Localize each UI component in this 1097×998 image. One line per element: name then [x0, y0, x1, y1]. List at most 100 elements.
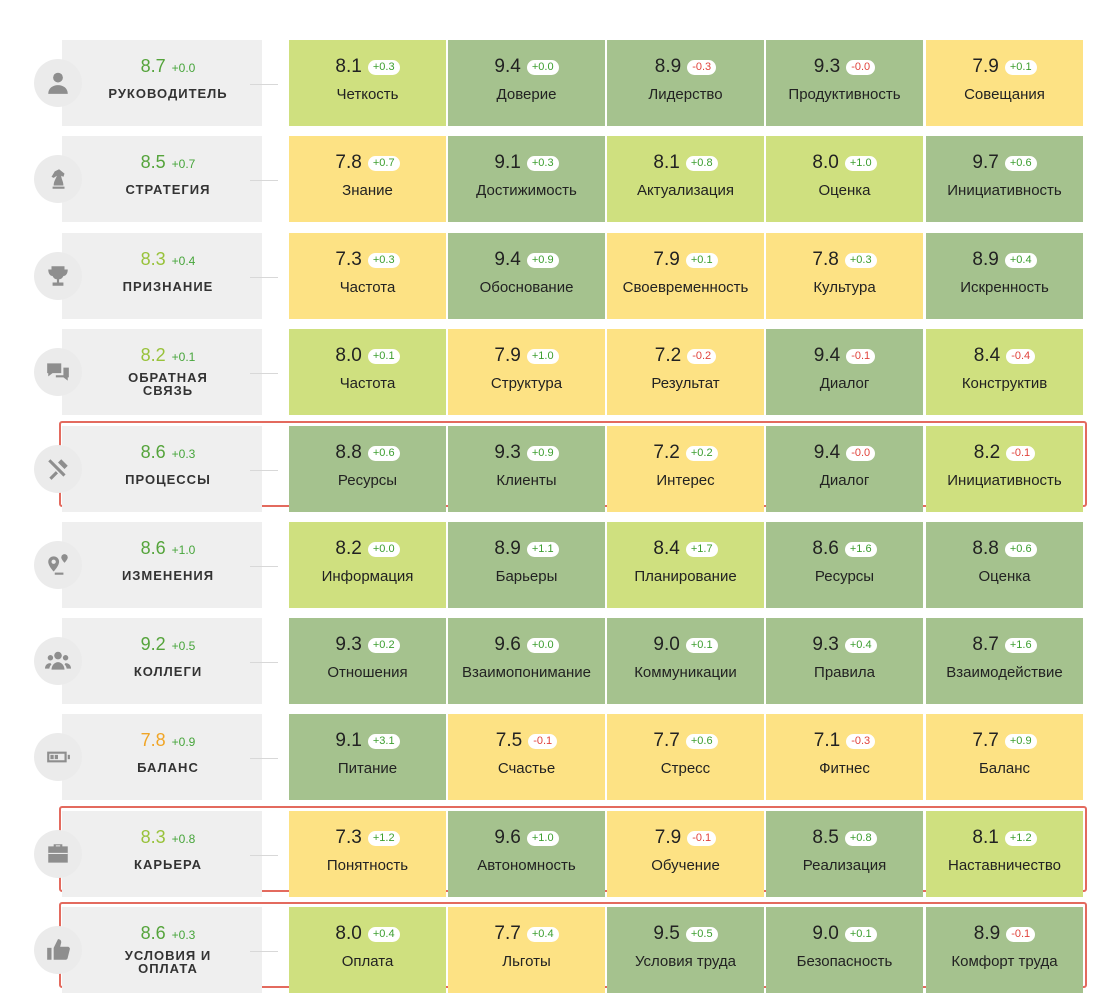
category-card[interactable]: 7.8 +0.9 БАЛАНС	[34, 714, 262, 800]
metric-label: Частота	[339, 279, 396, 296]
metric-cell[interactable]: 8.1 +1.2 Наставничество	[926, 811, 1083, 897]
metric-cell[interactable]: 9.4 +0.9 Обоснование	[448, 233, 605, 319]
category-row[interactable]: 8.3 +0.4 ПРИЗНАНИЕ 7.3 +0.3 Частота 9.4 +0.9 Обо…	[0, 233, 1097, 319]
metric-cell[interactable]: 9.3 +0.4 Правила	[766, 618, 923, 704]
metric-value: 9.1	[494, 152, 521, 173]
metric-cell[interactable]: 7.3 +1.2 Понятность	[289, 811, 446, 897]
metric-cell[interactable]: 7.8 +0.3 Культура	[766, 233, 923, 319]
category-score-delta: +0.9	[171, 735, 196, 749]
metric-label: Диалог	[819, 375, 870, 392]
metric-cell[interactable]: 7.2 +0.2 Интерес	[607, 426, 764, 512]
metric-value: 7.7	[494, 923, 521, 944]
metric-cell[interactable]: 8.0 +1.0 Оценка	[766, 136, 923, 222]
metric-label: Продуктивность	[788, 86, 901, 103]
category-card[interactable]: 8.3 +0.4 ПРИЗНАНИЕ	[34, 233, 262, 319]
metric-label: Конструктив	[961, 375, 1048, 392]
metric-value: 8.0	[335, 923, 362, 944]
category-card[interactable]: 9.2 +0.5 КОЛЛЕГИ	[34, 618, 262, 704]
category-score-delta: +0.4	[171, 254, 196, 268]
metric-cell[interactable]: 7.2 -0.2 Результат	[607, 329, 764, 415]
metric-cell[interactable]: 8.6 +1.6 Ресурсы	[766, 522, 923, 608]
metric-delta-badge: -0.2	[687, 348, 717, 364]
metric-cell[interactable]: 8.9 +0.4 Искренность	[926, 233, 1083, 319]
category-row[interactable]: 8.3 +0.8 КАРЬЕРА 7.3 +1.2 Понятность 9.6 +1.0 Ав…	[0, 806, 1097, 897]
metric-cell[interactable]: 7.9 +0.1 Своевременность	[607, 233, 764, 319]
category-card[interactable]: 8.6 +0.3 УСЛОВИЯ И ОПЛАТА	[34, 907, 262, 993]
category-score-value: 8.5	[140, 152, 166, 172]
metric-cell[interactable]: 9.7 +0.6 Инициативность	[926, 136, 1083, 222]
category-row[interactable]: 8.6 +1.0 ИЗМЕНЕНИЯ 8.2 +0.0 Информация 8.9 +1.1…	[0, 522, 1097, 608]
metric-cell[interactable]: 8.1 +0.8 Актуализация	[607, 136, 764, 222]
metric-cell[interactable]: 9.6 +0.0 Взаимопонимание	[448, 618, 605, 704]
metric-cell[interactable]: 7.1 -0.3 Фитнес	[766, 714, 923, 800]
metric-delta-badge: +0.6	[1004, 155, 1037, 171]
metric-cell[interactable]: 9.0 +0.1 Безопасность	[766, 907, 923, 993]
category-card[interactable]: 8.3 +0.8 КАРЬЕРА	[34, 811, 262, 897]
metric-cell[interactable]: 9.4 -0.1 Диалог	[766, 329, 923, 415]
metric-cell[interactable]: 8.9 -0.1 Комфорт труда	[926, 907, 1083, 993]
category-score: 8.5 +0.7	[62, 152, 274, 173]
metric-cell[interactable]: 9.5 +0.5 Условия труда	[607, 907, 764, 993]
category-card[interactable]: 8.6 +0.3 ПРОЦЕССЫ	[34, 426, 262, 512]
category-card[interactable]: 8.5 +0.7 СТРАТЕГИЯ	[34, 136, 262, 222]
metric-label: Взаимодействие	[946, 664, 1063, 681]
metric-cell[interactable]: 9.6 +1.0 Автономность	[448, 811, 605, 897]
category-row[interactable]: 8.5 +0.7 СТРАТЕГИЯ 7.8 +0.7 Знание 9.1 +0.3 Дост…	[0, 136, 1097, 222]
metric-cell[interactable]: 8.2 +0.0 Информация	[289, 522, 446, 608]
category-row[interactable]: 8.6 +0.3 ПРОЦЕССЫ 8.8 +0.6 Ресурсы 9.3 +0.9 Клие…	[0, 421, 1097, 512]
category-score-delta: +0.5	[171, 639, 196, 653]
metric-cell[interactable]: 7.7 +0.4 Льготы	[448, 907, 605, 993]
metric-delta-badge: +0.3	[367, 59, 400, 75]
metric-delta-badge: +1.0	[526, 348, 559, 364]
metric-cell[interactable]: 9.3 +0.2 Отношения	[289, 618, 446, 704]
metric-value: 9.3	[813, 56, 841, 77]
metric-cell[interactable]: 8.0 +0.4 Оплата	[289, 907, 446, 993]
metric-cell[interactable]: 8.4 +1.7 Планирование	[607, 522, 764, 608]
metric-cell[interactable]: 9.4 -0.0 Диалог	[766, 426, 923, 512]
category-score: 7.8 +0.9	[62, 730, 274, 751]
metric-delta-badge: +0.4	[526, 926, 559, 942]
category-score: 8.7 +0.0	[62, 56, 274, 77]
category-score-value: 8.6	[140, 442, 166, 462]
metric-delta-badge: +0.8	[685, 155, 718, 171]
metric-cell[interactable]: 8.1 +0.3 Четкость	[289, 40, 446, 126]
metric-cell[interactable]: 9.3 +0.9 Клиенты	[448, 426, 605, 512]
metric-cell[interactable]: 8.9 +1.1 Барьеры	[448, 522, 605, 608]
category-card[interactable]: 8.7 +0.0 РУКОВОДИТЕЛЬ	[34, 40, 262, 126]
metric-cell[interactable]: 8.8 +0.6 Оценка	[926, 522, 1083, 608]
metric-cell[interactable]: 7.7 +0.9 Баланс	[926, 714, 1083, 800]
metric-cell[interactable]: 8.9 -0.3 Лидерство	[607, 40, 764, 126]
metric-cell[interactable]: 8.4 -0.4 Конструктив	[926, 329, 1083, 415]
metric-cell[interactable]: 7.7 +0.6 Стресс	[607, 714, 764, 800]
category-card[interactable]: 8.6 +1.0 ИЗМЕНЕНИЯ	[34, 522, 262, 608]
category-row[interactable]: 8.2 +0.1 ОБРАТНАЯ СВЯЗЬ 8.0 +0.1 Частота 7.9 +1.…	[0, 329, 1097, 415]
metric-cell[interactable]: 9.1 +0.3 Достижимость	[448, 136, 605, 222]
metric-value: 9.3	[335, 634, 362, 655]
metric-cell[interactable]: 9.1 +3.1 Питание	[289, 714, 446, 800]
metric-cell[interactable]: 7.8 +0.7 Знание	[289, 136, 446, 222]
metric-cell[interactable]: 8.2 -0.1 Инициативность	[926, 426, 1083, 512]
metric-cell[interactable]: 9.4 +0.0 Доверие	[448, 40, 605, 126]
category-row[interactable]: 8.6 +0.3 УСЛОВИЯ И ОПЛАТА 8.0 +0.4 Оплата 7.7 +0…	[0, 902, 1097, 993]
metric-delta-badge: +0.9	[1004, 733, 1037, 749]
category-row[interactable]: 8.7 +0.0 РУКОВОДИТЕЛЬ 8.1 +0.3 Четкость 9.4 +0.…	[0, 40, 1097, 126]
category-card[interactable]: 8.2 +0.1 ОБРАТНАЯ СВЯЗЬ	[34, 329, 262, 415]
metric-delta-badge: +0.8	[844, 830, 877, 846]
metric-cell[interactable]: 7.3 +0.3 Частота	[289, 233, 446, 319]
category-score-value: 9.2	[140, 634, 166, 654]
metric-cell[interactable]: 8.5 +0.8 Реализация	[766, 811, 923, 897]
category-row[interactable]: 7.8 +0.9 БАЛАНС 9.1 +3.1 Питание 7.5 -0.1 Счасть…	[0, 714, 1097, 800]
metric-label: Актуализация	[637, 182, 734, 199]
metric-cell[interactable]: 9.3 -0.0 Продуктивность	[766, 40, 923, 126]
metric-cell[interactable]: 7.5 -0.1 Счастье	[448, 714, 605, 800]
metric-cell[interactable]: 8.8 +0.6 Ресурсы	[289, 426, 446, 512]
metric-cell[interactable]: 7.9 +1.0 Структура	[448, 329, 605, 415]
metric-label: Четкость	[336, 86, 399, 103]
metric-cell[interactable]: 7.9 +0.1 Совещания	[926, 40, 1083, 126]
metric-cell[interactable]: 8.7 +1.6 Взаимодействие	[926, 618, 1083, 704]
category-row[interactable]: 9.2 +0.5 КОЛЛЕГИ 9.3 +0.2 Отношения 9.6 +0.0 Вза…	[0, 618, 1097, 704]
metric-value: 7.3	[335, 827, 362, 848]
metric-cell[interactable]: 9.0 +0.1 Коммуникации	[607, 618, 764, 704]
metric-cell[interactable]: 7.9 -0.1 Обучение	[607, 811, 764, 897]
metric-cell[interactable]: 8.0 +0.1 Частота	[289, 329, 446, 415]
